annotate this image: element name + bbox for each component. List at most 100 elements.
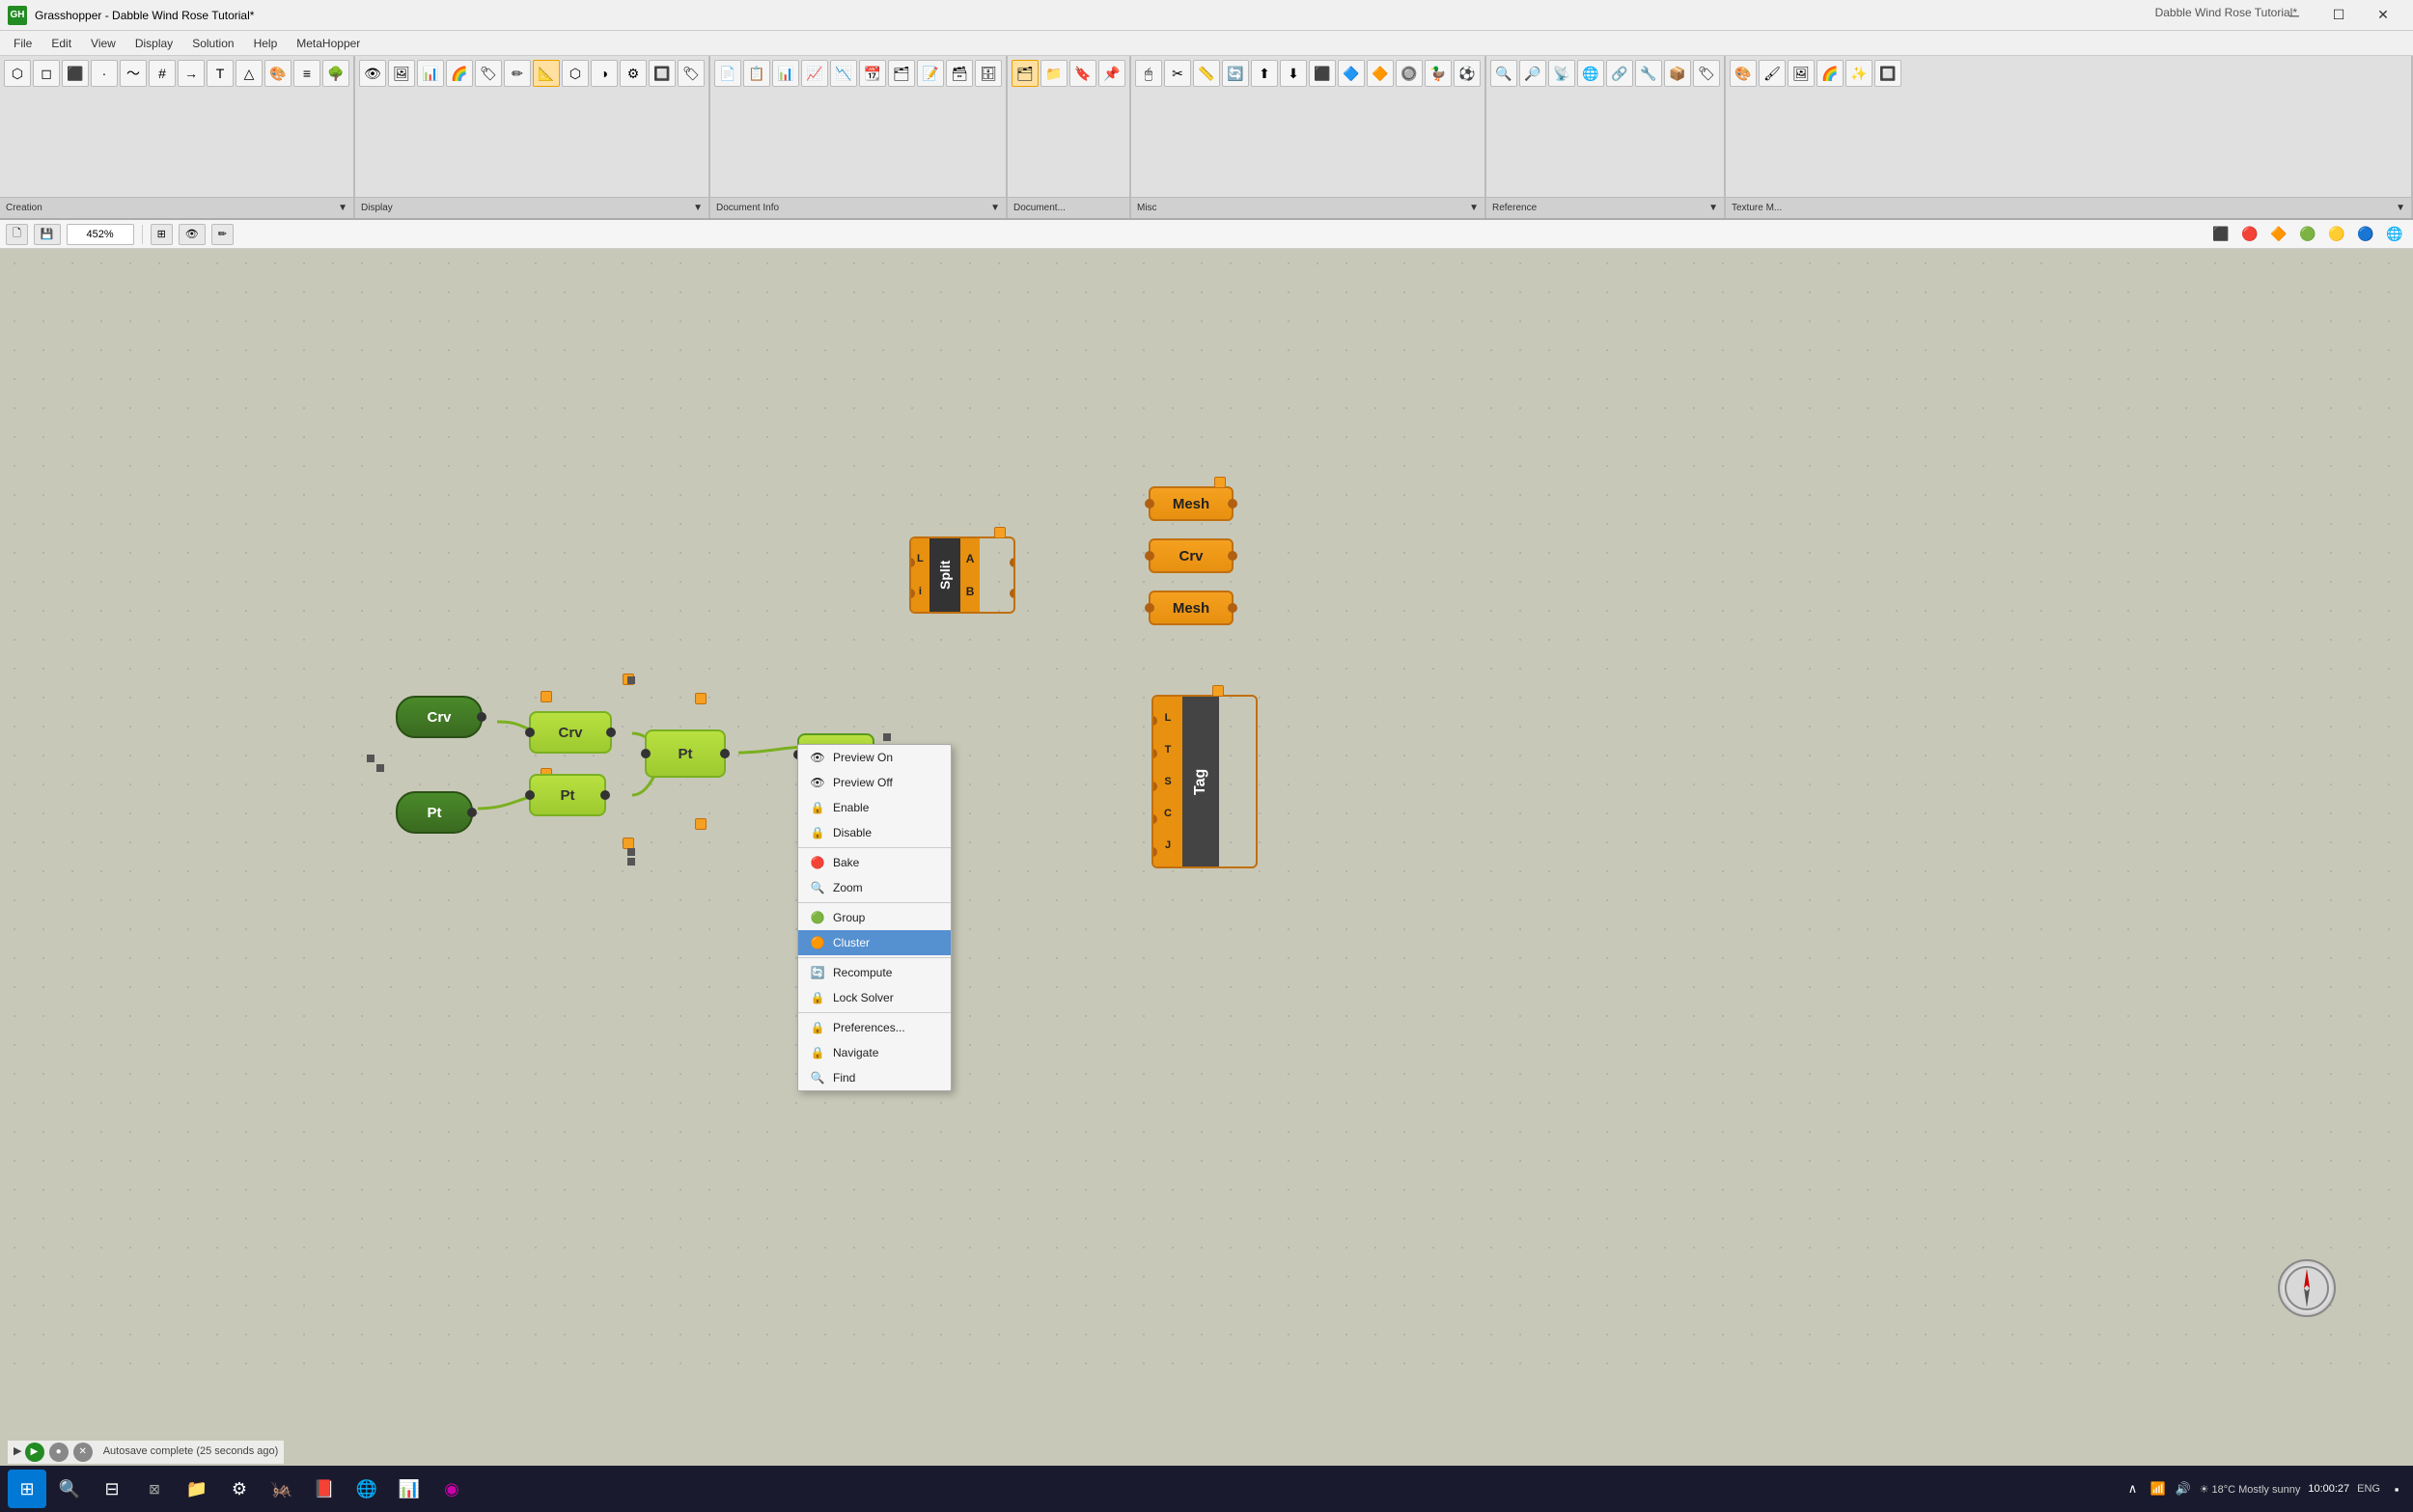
crv-right-node[interactable]: Crv bbox=[1149, 538, 1234, 573]
icon-ref5[interactable]: 🔗 bbox=[1606, 60, 1633, 87]
maximize-button[interactable]: ☐ bbox=[2316, 0, 2361, 31]
show-desktop[interactable]: ▪ bbox=[2388, 1480, 2405, 1498]
icon-doc3[interactable]: 🔖 bbox=[1069, 60, 1096, 87]
pt-mid-port-right[interactable] bbox=[600, 790, 610, 800]
ctx-navigate[interactable]: 🔒 Navigate bbox=[798, 1040, 951, 1065]
pt-mid-port-left[interactable] bbox=[525, 790, 535, 800]
shading-btn6[interactable]: 🔵 bbox=[2353, 222, 2378, 247]
icon-ref8[interactable]: 🏷 bbox=[1693, 60, 1720, 87]
mesh2-port-right[interactable] bbox=[1228, 603, 1237, 613]
shading-btn2[interactable]: 🔴 bbox=[2237, 222, 2262, 247]
icon-misc7[interactable]: ⬛ bbox=[1309, 60, 1336, 87]
icon-doc4[interactable]: 📌 bbox=[1098, 60, 1125, 87]
mesh1-node[interactable]: Mesh bbox=[1149, 486, 1234, 521]
icon-geo[interactable]: △ bbox=[236, 60, 263, 87]
menu-edit[interactable]: Edit bbox=[42, 34, 81, 53]
tag-node[interactable]: L T S C J Tag bbox=[1151, 695, 1258, 868]
pt-node[interactable]: Pt bbox=[645, 729, 726, 778]
ctx-enable[interactable]: 🔒 Enable bbox=[798, 795, 951, 820]
panel-doc-info-label[interactable]: Document Info ▼ bbox=[710, 197, 1006, 218]
panel-display-label[interactable]: Display ▼ bbox=[355, 197, 708, 218]
icon-color[interactable]: 🎨 bbox=[264, 60, 291, 87]
start-button[interactable]: ⊞ bbox=[8, 1470, 46, 1508]
split-port-right-top[interactable] bbox=[1010, 558, 1015, 567]
taskbar-search[interactable]: 🔍 bbox=[50, 1470, 89, 1508]
crv-right-port-right[interactable] bbox=[1228, 551, 1237, 561]
icon-wire[interactable]: ⬡ bbox=[562, 60, 589, 87]
language-indicator[interactable]: ENG bbox=[2357, 1483, 2380, 1495]
icon-misc11[interactable]: 🦆 bbox=[1425, 60, 1452, 87]
tray-network[interactable]: 📶 bbox=[2150, 1480, 2167, 1498]
fit-button[interactable]: ⊞ bbox=[151, 224, 173, 245]
icon-misc3[interactable]: 📏 bbox=[1193, 60, 1220, 87]
icon-render[interactable]: 🖼 bbox=[388, 60, 415, 87]
panel-texture-label[interactable]: Texture M... ▼ bbox=[1726, 197, 2411, 218]
pt-input-port-right[interactable] bbox=[467, 808, 477, 817]
taskbar-taskview[interactable]: ⊟ bbox=[93, 1470, 131, 1508]
ctx-preferences[interactable]: 🔒 Preferences... bbox=[798, 1015, 951, 1040]
icon-misc9[interactable]: 🔶 bbox=[1367, 60, 1394, 87]
menu-view[interactable]: View bbox=[81, 34, 125, 53]
stop-icon[interactable]: ✕ bbox=[73, 1443, 93, 1462]
rec-icon[interactable]: ● bbox=[49, 1443, 69, 1462]
icon-tex3[interactable]: 🖼 bbox=[1788, 60, 1815, 87]
icon-params[interactable]: ⬡ bbox=[4, 60, 31, 87]
icon-info5[interactable]: 📉 bbox=[830, 60, 857, 87]
pt-mid-node[interactable]: Pt bbox=[529, 774, 606, 816]
icon-tag2[interactable]: 🏷 bbox=[678, 60, 705, 87]
icon-info1[interactable]: 📄 bbox=[714, 60, 741, 87]
canvas-area[interactable]: Crv Pt Crv Pt Pt Pt L i bbox=[0, 249, 2413, 1385]
panel-reference-label[interactable]: Reference ▼ bbox=[1486, 197, 1724, 218]
icon-tex2[interactable]: 🖌 bbox=[1759, 60, 1786, 87]
menu-help[interactable]: Help bbox=[244, 34, 288, 53]
ctx-zoom[interactable]: 🔍 Zoom bbox=[798, 875, 951, 900]
ctx-preview-on[interactable]: 👁 Preview On bbox=[798, 745, 951, 770]
shading-btn5[interactable]: 🟡 bbox=[2324, 222, 2349, 247]
menu-solution[interactable]: Solution bbox=[182, 34, 243, 53]
icon-tex4[interactable]: 🌈 bbox=[1817, 60, 1844, 87]
mesh2-port-left[interactable] bbox=[1145, 603, 1154, 613]
panel-creation-label[interactable]: Creation ▼ bbox=[0, 197, 353, 218]
panel-document-label[interactable]: Document... bbox=[1008, 197, 1129, 218]
icon-curve[interactable]: 〜 bbox=[120, 60, 147, 87]
ctx-recompute[interactable]: 🔄 Recompute bbox=[798, 960, 951, 985]
icon-misc10[interactable]: 🔘 bbox=[1396, 60, 1423, 87]
icon-misc12[interactable]: ⚽ bbox=[1454, 60, 1481, 87]
icon-misc6[interactable]: ⬇ bbox=[1280, 60, 1307, 87]
shading-btn7[interactable]: 🌐 bbox=[2382, 222, 2407, 247]
menu-display[interactable]: Display bbox=[125, 34, 182, 53]
ctx-find[interactable]: 🔍 Find bbox=[798, 1065, 951, 1090]
taskbar-fileexplorer[interactable]: 📁 bbox=[178, 1470, 216, 1508]
close-button[interactable]: ✕ bbox=[2361, 0, 2405, 31]
ctx-group[interactable]: 🟢 Group bbox=[798, 905, 951, 930]
menu-metahopper[interactable]: MetaHopper bbox=[287, 34, 370, 53]
icon-viz[interactable]: 📊 bbox=[417, 60, 444, 87]
icon-vector[interactable]: → bbox=[178, 60, 205, 87]
icon-info2[interactable]: 📋 bbox=[743, 60, 770, 87]
icon-ref1[interactable]: 🔍 bbox=[1490, 60, 1517, 87]
crv-input-port-right[interactable] bbox=[477, 712, 486, 722]
icon-list[interactable]: ≡ bbox=[293, 60, 320, 87]
mesh1-port-right[interactable] bbox=[1228, 499, 1237, 509]
icon-surface[interactable]: ◻ bbox=[33, 60, 60, 87]
shading-btn1[interactable]: ⬛ bbox=[2208, 222, 2233, 247]
draw-button[interactable]: ✏ bbox=[211, 224, 234, 245]
icon-info10[interactable]: 🗄 bbox=[975, 60, 1002, 87]
icon-ref3[interactable]: 📡 bbox=[1548, 60, 1575, 87]
taskbar-gh[interactable]: 🦗 bbox=[263, 1470, 301, 1508]
crv-input-node[interactable]: Crv bbox=[396, 696, 483, 738]
icon-info6[interactable]: 📆 bbox=[859, 60, 886, 87]
icon-misc4[interactable]: 🔄 bbox=[1222, 60, 1249, 87]
icon-point[interactable]: · bbox=[91, 60, 118, 87]
preview-button[interactable]: 👁 bbox=[179, 224, 206, 245]
taskbar-ppt[interactable]: 📊 bbox=[390, 1470, 429, 1508]
split-port-right-bot[interactable] bbox=[1010, 589, 1015, 598]
icon-doc2[interactable]: 📁 bbox=[1040, 60, 1068, 87]
pt-node-port-right[interactable] bbox=[720, 749, 730, 758]
taskbar-settings[interactable]: ⚙ bbox=[220, 1470, 259, 1508]
crv-mid-port-right[interactable] bbox=[606, 728, 616, 737]
icon-misc8[interactable]: 🔷 bbox=[1338, 60, 1365, 87]
icon-tree[interactable]: 🌳 bbox=[322, 60, 349, 87]
ctx-bake[interactable]: 🔴 Bake bbox=[798, 850, 951, 875]
split-node[interactable]: L i Split A B bbox=[909, 536, 1015, 614]
